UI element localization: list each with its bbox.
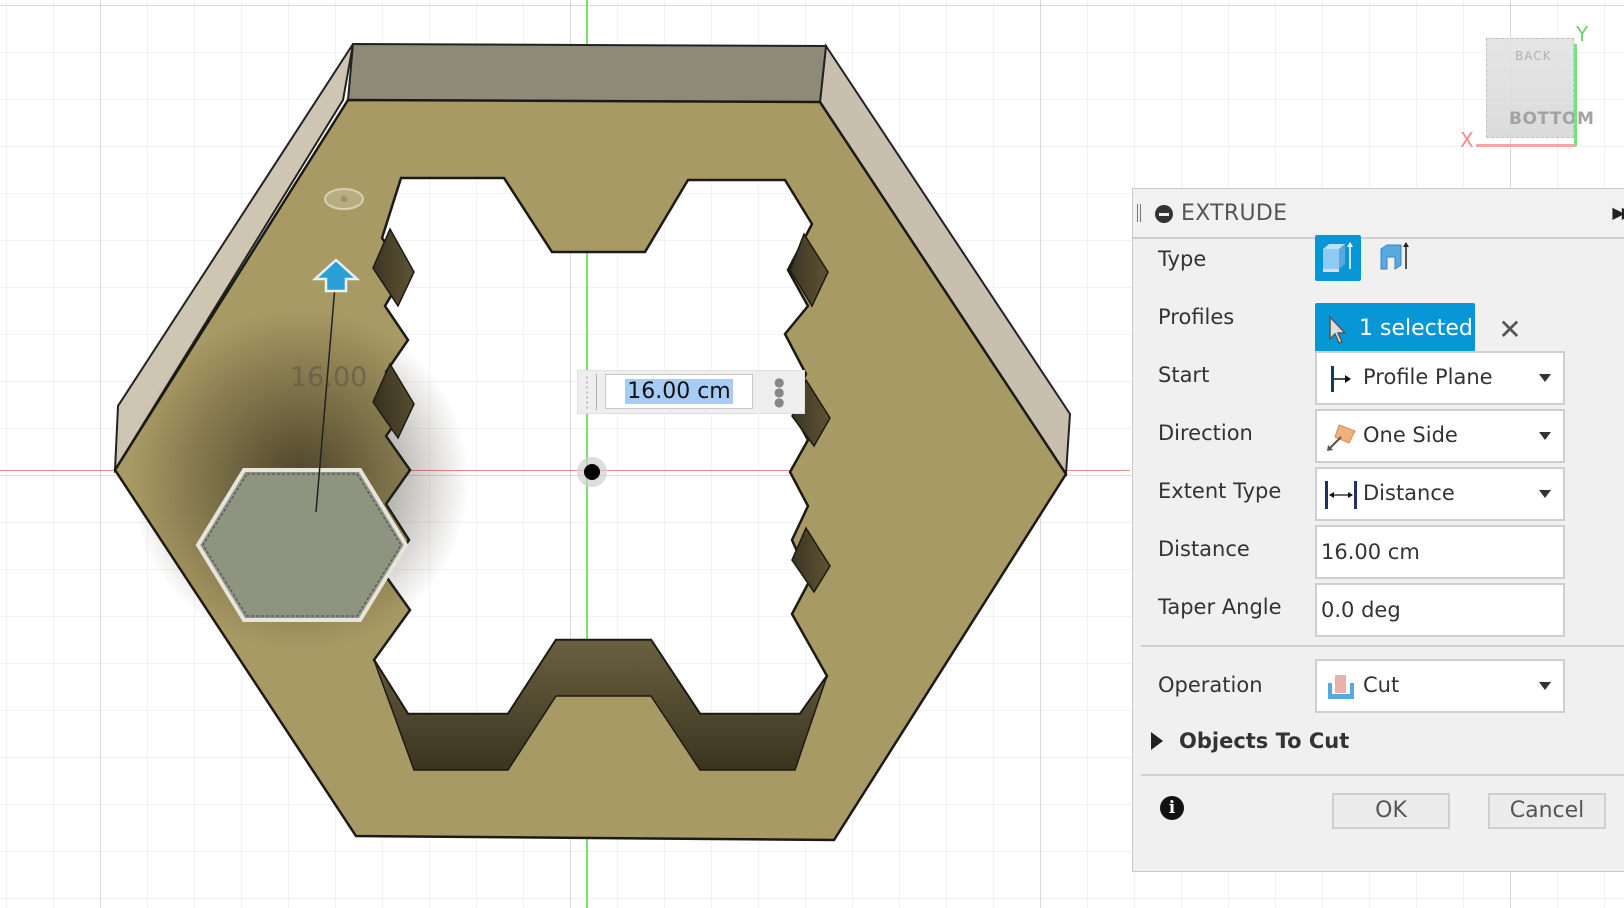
origin-dot: [584, 464, 600, 480]
operation-dropdown[interactable]: Cut: [1315, 659, 1565, 713]
cut-icon: [1328, 675, 1354, 699]
direction-value: One Side: [1363, 423, 1458, 447]
viewcube-face-bottom[interactable]: BOTTOM: [1509, 109, 1594, 129]
start-dropdown[interactable]: Profile Plane: [1315, 351, 1565, 405]
viewcube-y-label: Y: [1576, 22, 1589, 46]
panel-header[interactable]: EXTRUDE ▶▶: [1133, 189, 1624, 239]
distance-input[interactable]: [1321, 535, 1551, 569]
thin-extrude-button[interactable]: [1371, 235, 1417, 281]
inline-distance-entry[interactable]: 16.00 cm ● ● ●: [577, 370, 805, 414]
model-scene[interactable]: [0, 0, 1130, 908]
info-icon[interactable]: i: [1160, 796, 1184, 820]
taper-angle-field[interactable]: [1315, 583, 1565, 637]
objects-to-cut-label: Objects To Cut: [1179, 729, 1350, 753]
extrude-panel: EXTRUDE ▶▶ Type Profiles 1 selected ✕ St…: [1132, 188, 1624, 872]
chevron-down-icon: [1539, 490, 1551, 498]
collapse-icon[interactable]: [1155, 205, 1173, 223]
extent-type-label: Extent Type: [1158, 479, 1282, 503]
taper-angle-label: Taper Angle: [1158, 595, 1282, 619]
solid-extrude-button[interactable]: [1315, 235, 1361, 281]
viewcube-x-label: X: [1460, 128, 1474, 152]
one-side-icon: [1327, 424, 1356, 451]
extent-type-value: Distance: [1363, 481, 1455, 505]
more-options-icon[interactable]: ● ● ●: [774, 376, 784, 409]
chevron-down-icon: [1539, 432, 1551, 440]
divider: [1141, 645, 1624, 647]
drag-handle[interactable]: [584, 375, 590, 409]
ok-button[interactable]: OK: [1332, 793, 1450, 829]
chevron-down-icon: [1539, 682, 1551, 690]
panel-drag-handle[interactable]: [1137, 204, 1141, 222]
chevron-down-icon: [1539, 374, 1551, 382]
thin-extrude-icon: [1380, 242, 1409, 270]
start-label: Start: [1158, 363, 1210, 387]
cancel-button[interactable]: Cancel: [1488, 793, 1606, 829]
type-label: Type: [1158, 247, 1207, 271]
dimension-label: 16.00: [290, 362, 368, 393]
direction-dropdown[interactable]: One Side: [1315, 409, 1565, 463]
operation-label: Operation: [1158, 673, 1263, 697]
clear-selection-icon[interactable]: ✕: [1495, 303, 1525, 357]
solid-extrude-icon: [1323, 242, 1353, 272]
taper-angle-input[interactable]: [1321, 593, 1551, 627]
objects-to-cut-toggle[interactable]: Objects To Cut: [1151, 729, 1349, 753]
viewcube-box[interactable]: BACK BOTTOM: [1486, 38, 1594, 138]
viewcube[interactable]: BACK BOTTOM X Y: [1460, 22, 1618, 156]
profiles-value: 1 selected: [1359, 316, 1473, 341]
direction-label: Direction: [1158, 421, 1253, 445]
distance-label: Distance: [1158, 537, 1250, 561]
distance-field[interactable]: [1315, 525, 1565, 579]
distance-icon: [1325, 481, 1357, 509]
separator: [596, 374, 597, 410]
viewcube-y-axis: [1574, 44, 1577, 146]
selected-profile-hexagon[interactable]: [195, 468, 409, 622]
inline-distance-value: 16.00 cm: [625, 379, 733, 404]
divider: [1141, 774, 1624, 776]
start-value: Profile Plane: [1363, 365, 1493, 389]
inline-distance-input[interactable]: 16.00 cm: [605, 374, 753, 409]
expand-panel-icon[interactable]: ▶▶: [1612, 203, 1624, 222]
viewcube-x-axis: [1476, 144, 1576, 147]
profiles-selection-button[interactable]: 1 selected: [1315, 303, 1475, 357]
pivot-dot: [341, 196, 347, 202]
profiles-label: Profiles: [1158, 305, 1235, 329]
expand-triangle-icon: [1151, 732, 1163, 750]
panel-title: EXTRUDE: [1181, 201, 1288, 226]
profile-plane-icon: [1331, 366, 1351, 392]
viewcube-face-back[interactable]: BACK: [1515, 49, 1551, 63]
operation-value: Cut: [1363, 673, 1400, 697]
back-wall: [346, 42, 828, 104]
extent-type-dropdown[interactable]: Distance: [1315, 467, 1565, 521]
cursor-arrow-icon: [1329, 315, 1347, 344]
